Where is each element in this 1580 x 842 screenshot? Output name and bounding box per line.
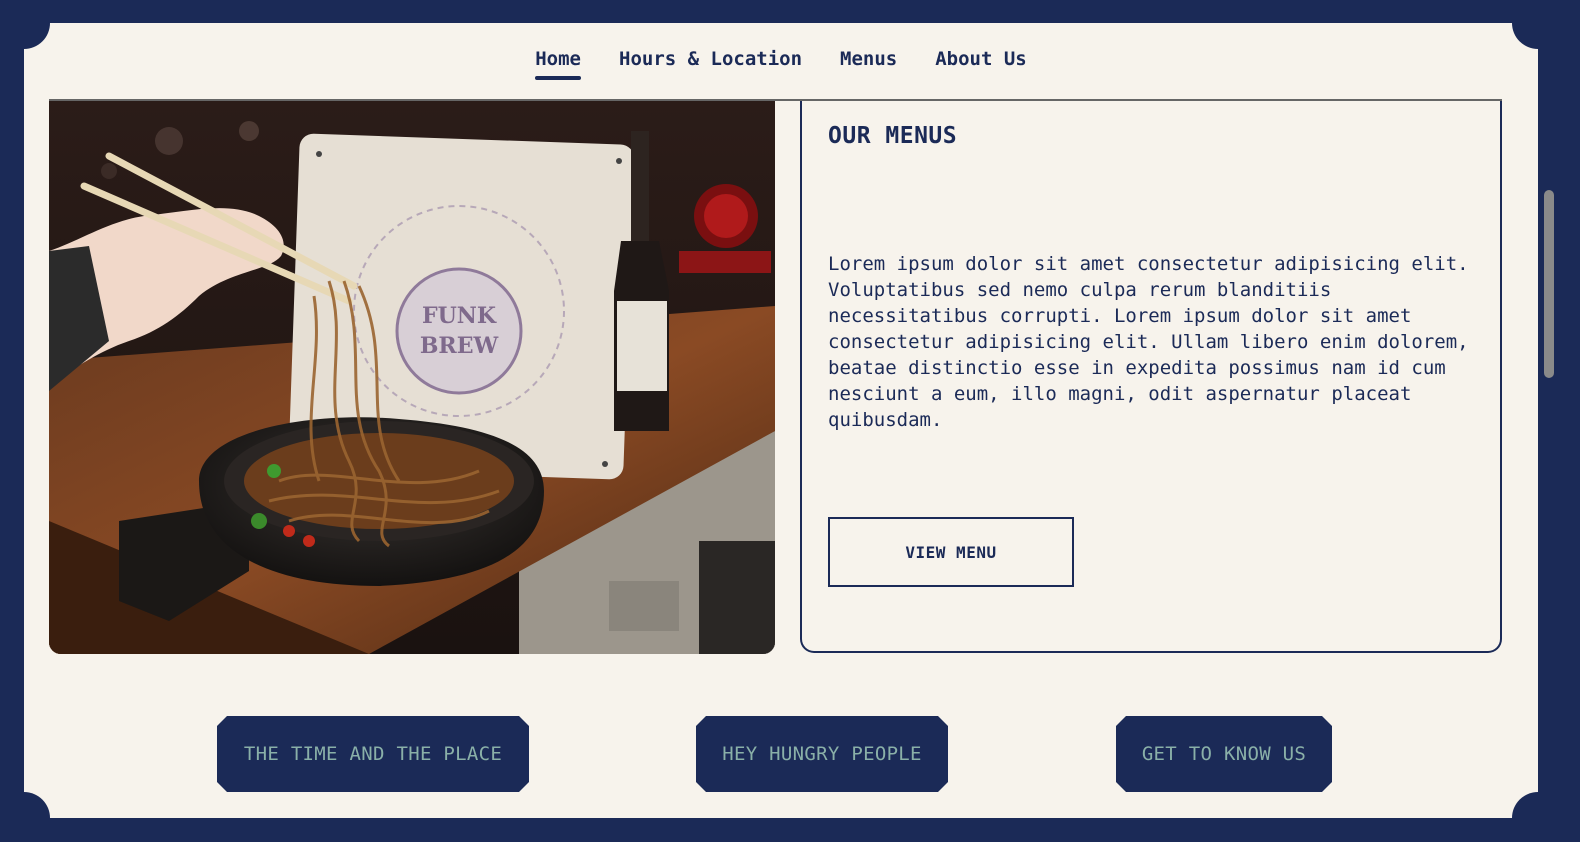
frame-corner-bottom-right [1512,792,1538,818]
view-menu-button[interactable]: VIEW MENU [828,517,1074,587]
menus-card-body: Lorem ipsum dolor sit amet consectetur a… [828,253,1469,431]
nav-item-menus[interactable]: Menus [840,48,897,74]
frame-corner-bottom-left [24,792,50,818]
food-photo: FUNK BREW [49,101,775,654]
page-scrollbar[interactable] [1544,190,1554,378]
page-frame: Home Hours & Location Menus About Us FUN… [24,23,1538,818]
nav-item-home[interactable]: Home [535,48,581,80]
nav-item-about-us[interactable]: About Us [935,48,1027,74]
menus-card-title: OUR MENUS [828,123,958,149]
svg-text:BREW: BREW [420,333,499,359]
cta-time-and-place-button[interactable]: THE TIME AND THE PLACE [217,716,529,792]
cta-get-to-know-us-button[interactable]: GET TO KNOW US [1116,716,1332,792]
svg-text:FUNK: FUNK [422,303,497,329]
nav-item-hours-location[interactable]: Hours & Location [619,48,802,74]
main-nav: Home Hours & Location Menus About Us [24,23,1538,99]
cta-hey-hungry-people-button[interactable]: HEY HUNGRY PEOPLE [696,716,948,792]
menus-card: OUR MENUS Lorem ipsum dolor sit amet con… [800,101,1502,653]
